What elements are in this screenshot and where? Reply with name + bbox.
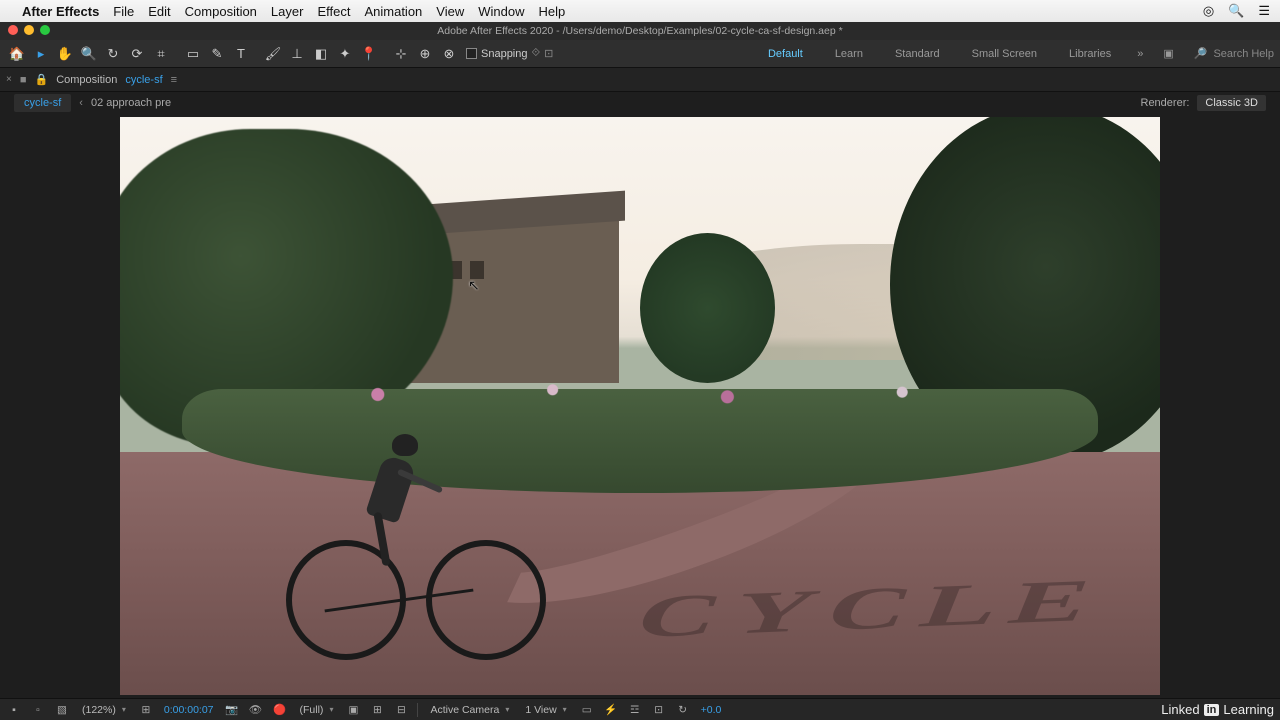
flowchart-icon[interactable]: ⊡ <box>651 704 667 716</box>
hand-tool[interactable]: ✋ <box>54 43 76 65</box>
pixel-aspect-icon[interactable]: ▭ <box>579 704 595 716</box>
show-snapshot-icon[interactable]: 👁 <box>248 703 264 716</box>
menu-effect[interactable]: Effect <box>317 4 350 19</box>
menu-edit[interactable]: Edit <box>148 4 170 19</box>
panel-type-label: Composition <box>56 74 117 86</box>
snap-opt1-icon[interactable]: ⟐ <box>532 47 541 60</box>
zoom-dropdown[interactable]: (122%) <box>78 704 130 716</box>
home-button[interactable]: 🏠 <box>6 43 28 65</box>
menu-animation[interactable]: Animation <box>364 4 422 19</box>
brand-in: in <box>1204 704 1220 716</box>
transparency-icon[interactable]: ▧ <box>54 704 70 716</box>
draft3d-icon[interactable]: ▫ <box>30 704 46 716</box>
roi-icon[interactable]: ▣ <box>345 704 361 716</box>
workspace-reset-icon[interactable]: ▣ <box>1163 47 1173 60</box>
mac-menu-bar: After Effects File Edit Composition Laye… <box>0 0 1280 22</box>
linkedin-learning-badge: Linked in Learning <box>1161 702 1274 717</box>
pen-tool[interactable]: ✎ <box>206 43 228 65</box>
minimize-icon[interactable] <box>24 25 34 35</box>
roto-tool[interactable]: ✦ <box>334 43 356 65</box>
workspace-default[interactable]: Default <box>762 46 809 62</box>
snapping-label: Snapping <box>481 48 528 60</box>
camera-dropdown[interactable]: Active Camera <box>426 704 513 716</box>
window-titlebar: Adobe After Effects 2020 - /Users/demo/D… <box>0 22 1280 40</box>
menu-view[interactable]: View <box>436 4 464 19</box>
comp-canvas[interactable]: CYCLE ↖ <box>120 117 1160 695</box>
search-help-icon: 🔎 <box>1194 47 1208 60</box>
timeline-icon[interactable]: ☲ <box>627 704 643 716</box>
panel-menu-icon[interactable]: ≡ <box>171 74 177 86</box>
reset-exposure-icon[interactable]: ↻ <box>675 704 691 716</box>
puppet-tool[interactable]: 📍 <box>358 43 380 65</box>
snapshot-icon[interactable]: 📷 <box>224 703 240 716</box>
comp-name-link[interactable]: cycle-sf <box>125 74 162 86</box>
menu-composition[interactable]: Composition <box>185 4 257 19</box>
window-title-text: Adobe After Effects 2020 - /Users/demo/D… <box>437 25 842 37</box>
snap-opt2-icon[interactable]: ⊡ <box>544 47 553 60</box>
rect-tool[interactable]: ▭ <box>182 43 204 65</box>
tools-toolbar: 🏠 ▸ ✋ 🔍 ↻ ⟳ ⌗ ▭ ✎ T 🖌 ⊥ ◧ ✦ 📍 ⊹ ⊕ ⊗ Snap… <box>0 40 1280 68</box>
exposure-value[interactable]: +0.0 <box>699 704 724 716</box>
menu-window[interactable]: Window <box>478 4 524 19</box>
workspace-libraries[interactable]: Libraries <box>1063 46 1117 62</box>
channel-icon[interactable]: 🔴 <box>272 703 288 716</box>
type-tool[interactable]: T <box>230 43 252 65</box>
renderer-label: Renderer: <box>1141 97 1190 109</box>
lock-panel-icon[interactable]: 🔒 <box>35 73 49 86</box>
panel-marker-icon: ■ <box>20 74 27 86</box>
resolution-dropdown[interactable]: (Full) <box>296 704 338 716</box>
search-help-input[interactable]: Search Help <box>1213 48 1274 60</box>
views-dropdown[interactable]: 1 View <box>521 704 570 716</box>
comp-breadcrumb: cycle-sf ‹ 02 approach pre Renderer: Cla… <box>0 92 1280 114</box>
workspace-small-screen[interactable]: Small Screen <box>966 46 1043 62</box>
eraser-tool[interactable]: ◧ <box>310 43 332 65</box>
axis-view-icon[interactable]: ⊗ <box>438 43 460 65</box>
zoom-icon[interactable] <box>40 25 50 35</box>
clone-tool[interactable]: ⊥ <box>286 43 308 65</box>
search-icon[interactable]: 🔍 <box>1228 3 1244 19</box>
viewer-footer: ▪ ▫ ▧ (122%) ⊞ 0:00:00:07 📷 👁 🔴 (Full) ▣… <box>0 698 1280 720</box>
brand-linked: Linked <box>1161 702 1199 717</box>
brush-tool[interactable]: 🖌 <box>262 43 284 65</box>
selection-tool[interactable]: ▸ <box>30 43 52 65</box>
grid-icon[interactable]: ⊞ <box>369 704 385 716</box>
app-name[interactable]: After Effects <box>22 4 99 19</box>
cyclist-graphic <box>286 400 546 660</box>
menu-layer[interactable]: Layer <box>271 4 304 19</box>
menu-file[interactable]: File <box>113 4 134 19</box>
axis-world-icon[interactable]: ⊕ <box>414 43 436 65</box>
cc-sync-icon[interactable]: ◎ <box>1203 3 1214 19</box>
rotate-tool[interactable]: ⟳ <box>126 43 148 65</box>
workspace-standard[interactable]: Standard <box>889 46 946 62</box>
toggle-mask-icon[interactable]: ⊞ <box>138 704 154 716</box>
workspace-learn[interactable]: Learn <box>829 46 869 62</box>
chevron-left-icon[interactable]: ‹ <box>79 97 83 109</box>
snapping-checkbox[interactable] <box>466 48 477 59</box>
workspace-overflow-icon[interactable]: » <box>1137 48 1143 60</box>
list-icon[interactable]: ☰ <box>1258 3 1270 19</box>
fast-preview-icon[interactable]: ⚡ <box>603 703 619 716</box>
breadcrumb-root[interactable]: cycle-sf <box>14 94 71 112</box>
renderer-dropdown[interactable]: Classic 3D <box>1197 95 1266 111</box>
always-preview-icon[interactable]: ▪ <box>6 704 22 716</box>
close-panel-icon[interactable]: × <box>6 74 12 85</box>
guides-icon[interactable]: ⊟ <box>393 704 409 716</box>
menu-help[interactable]: Help <box>538 4 565 19</box>
brand-learning: Learning <box>1223 702 1274 717</box>
composition-viewer[interactable]: CYCLE ↖ <box>0 114 1280 698</box>
axis-local-icon[interactable]: ⊹ <box>390 43 412 65</box>
close-icon[interactable] <box>8 25 18 35</box>
zoom-tool[interactable]: 🔍 <box>78 43 100 65</box>
timecode-display[interactable]: 0:00:00:07 <box>162 704 216 716</box>
orbit-tool[interactable]: ↻ <box>102 43 124 65</box>
traffic-lights[interactable] <box>8 25 50 35</box>
composition-panel-tab: × ■ 🔒 Composition cycle-sf ≡ <box>0 68 1280 92</box>
camera-tool[interactable]: ⌗ <box>150 43 172 65</box>
breadcrumb-child[interactable]: 02 approach pre <box>91 97 171 109</box>
